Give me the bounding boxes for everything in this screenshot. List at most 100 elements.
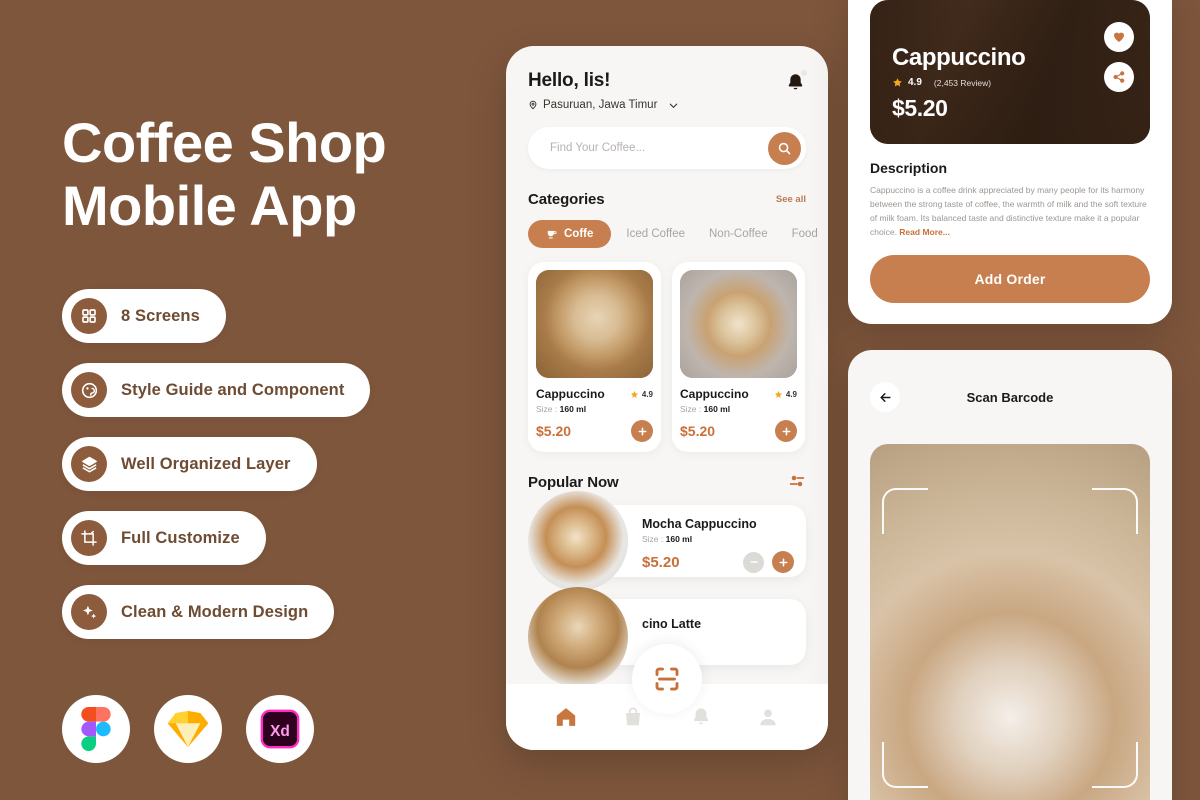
share-button[interactable] <box>1104 62 1134 92</box>
frame-corner-top-left <box>882 488 928 534</box>
detail-product-name: Cappuccino <box>892 44 1026 71</box>
size-label: Size : <box>536 404 558 414</box>
plus-icon <box>779 558 787 566</box>
location-label: Pasuruan, Jawa Timur <box>543 99 658 111</box>
star-icon <box>630 390 638 398</box>
coffee-cup-icon <box>547 230 557 238</box>
nav-item-profile[interactable] <box>735 706 803 728</box>
product-size: Size : 160 ml <box>536 404 653 414</box>
scan-barcode-screen: Scan Barcode <box>848 350 1172 800</box>
sparkle-icon <box>71 594 107 631</box>
product-detail-screen: Cappuccino 4.9 (2,453 Review) $5.20 Desc… <box>848 0 1172 324</box>
feature-label: Full Customize <box>121 528 240 547</box>
filter-button[interactable] <box>788 472 806 493</box>
description-text: Cappuccino is a coffee drink appreciated… <box>870 183 1150 239</box>
product-price: $5.20 <box>536 423 572 439</box>
rating-value: 4.9 <box>641 389 653 399</box>
plus-icon <box>638 427 646 435</box>
popular-name: cino Latte <box>642 617 702 631</box>
camera-viewfinder[interactable] <box>870 444 1150 800</box>
feature-pill-screens[interactable]: 8 Screens <box>62 289 226 344</box>
share-icon <box>1113 71 1125 83</box>
search-button[interactable] <box>768 131 801 165</box>
feature-row: 8 Screens <box>62 289 480 363</box>
product-card[interactable]: Cappuccino 4.9 Size : 160 ml $5.20 <box>672 262 805 452</box>
home-icon <box>556 708 575 726</box>
scan-frame <box>882 488 1138 788</box>
product-size: Size : 160 ml <box>680 404 797 414</box>
feature-pill-customize[interactable]: Full Customize <box>62 511 266 566</box>
back-button[interactable] <box>870 382 900 412</box>
category-label: Food <box>791 228 818 240</box>
read-more-link[interactable]: Read More... <box>899 227 950 237</box>
increase-quantity-button[interactable] <box>772 551 794 573</box>
rating-value: 4.9 <box>908 77 922 88</box>
feature-pill-clean-design[interactable]: Clean & Modern Design <box>62 585 335 640</box>
add-order-button[interactable]: Add Order <box>870 255 1150 304</box>
tool-logos: Xd <box>62 695 480 764</box>
heart-icon <box>1113 32 1125 42</box>
feature-label: 8 Screens <box>121 306 200 325</box>
figma-logo <box>62 695 130 764</box>
search-input[interactable]: Find Your Coffee... <box>550 142 768 154</box>
crop-icon <box>71 520 107 557</box>
svg-text:Xd: Xd <box>270 723 290 740</box>
feature-row: Well Organized Layer <box>62 437 480 511</box>
frame-corner-top-right <box>1092 488 1138 534</box>
categories-header: Categories See all <box>528 191 806 208</box>
palette-icon <box>71 372 107 409</box>
product-card[interactable]: Cappuccino 4.9 Size : 160 ml $5.20 <box>528 262 661 452</box>
product-name: Cappuccino <box>536 387 605 401</box>
scan-icon <box>655 667 679 691</box>
category-tab-non-coffee[interactable]: Non-Coffee <box>700 220 777 248</box>
categories-title: Categories <box>528 191 605 208</box>
feature-row: Style Guide and Component <box>62 363 480 437</box>
feature-pill-layers[interactable]: Well Organized Layer <box>62 437 317 492</box>
description-title: Description <box>870 160 948 176</box>
popular-name: Mocha Cappuccino <box>642 517 757 531</box>
feature-pill-style-guide[interactable]: Style Guide and Component <box>62 363 371 418</box>
minus-icon <box>749 561 758 563</box>
location-pin-icon <box>529 100 537 110</box>
product-card-list: Cappuccino 4.9 Size : 160 ml $5.20 Cappu… <box>528 262 806 452</box>
popular-thumbnail <box>528 587 628 687</box>
add-to-cart-button[interactable] <box>631 420 653 442</box>
popular-title: Popular Now <box>528 474 619 491</box>
feature-label: Clean & Modern Design <box>121 602 309 621</box>
category-tab-food[interactable]: Food <box>783 220 827 248</box>
category-tab-iced-coffee[interactable]: Iced Coffee <box>617 220 694 248</box>
page-title: Coffee Shop Mobile App <box>62 111 387 237</box>
detail-hero-image: Cappuccino 4.9 (2,453 Review) $5.20 <box>870 0 1150 144</box>
scan-button[interactable] <box>632 644 702 714</box>
chevron-down-icon <box>670 103 678 108</box>
search-bar[interactable]: Find Your Coffee... <box>528 127 806 169</box>
feature-row: Clean & Modern Design <box>62 585 480 659</box>
rating-value: 4.9 <box>785 389 797 399</box>
adobe-xd-logo: Xd <box>246 695 314 764</box>
location-selector[interactable]: Pasuruan, Jawa Timur <box>528 99 679 111</box>
nav-item-home[interactable] <box>532 705 600 729</box>
popular-size: Size : 160 ml <box>642 534 794 544</box>
plus-icon <box>782 427 790 435</box>
add-to-cart-button[interactable] <box>775 420 797 442</box>
popular-price: $5.20 <box>642 553 680 571</box>
decrease-quantity-button[interactable] <box>743 551 764 573</box>
category-label: Coffe <box>564 228 594 240</box>
product-image <box>536 270 653 378</box>
notification-bell-button[interactable] <box>785 70 807 98</box>
scan-header: Scan Barcode <box>848 350 1172 444</box>
popular-item[interactable]: Mocha Cappuccino Size : 160 ml $5.20 <box>528 491 806 591</box>
back-arrow-icon <box>879 392 891 402</box>
category-tab-coffe[interactable]: Coffe <box>528 220 612 248</box>
category-label: Iced Coffee <box>626 228 685 240</box>
product-rating: 4.9 <box>774 390 797 399</box>
filter-icon <box>789 475 805 487</box>
bell-icon <box>693 708 708 725</box>
size-value: 160 ml <box>559 404 587 414</box>
favorite-button[interactable] <box>1104 22 1134 52</box>
frame-corner-bottom-left <box>882 742 928 788</box>
see-all-link[interactable]: See all <box>776 194 806 205</box>
size-label: Size : <box>680 404 702 414</box>
review-count: (2,453 Review) <box>933 77 992 88</box>
detail-rating: 4.9 (2,453 Review) <box>892 77 1025 88</box>
